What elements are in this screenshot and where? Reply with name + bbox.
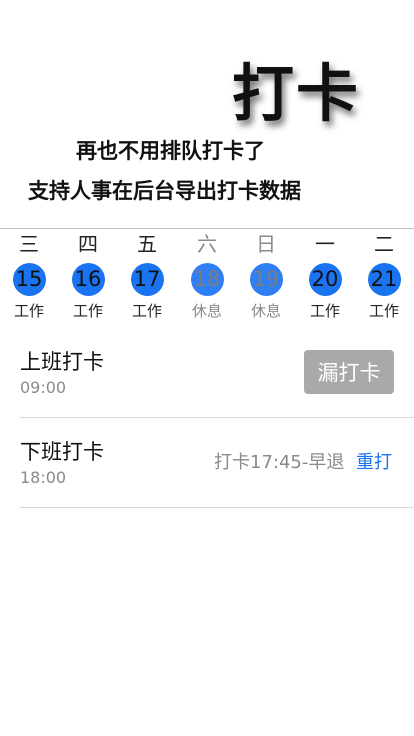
calendar-day[interactable]: 二 21 工作 [362, 230, 406, 321]
calendar-weekday: 四 [78, 232, 98, 256]
calendar-date: 21 [367, 263, 401, 296]
punch-record-text: 打卡17:45-早退 [214, 452, 345, 473]
tagline-primary: 再也不用排队打卡了 [76, 139, 265, 163]
calendar-day-status: 工作 [368, 302, 399, 320]
calendar-date: 17 [130, 263, 164, 296]
calendar-day-status: 休息 [250, 302, 281, 320]
missed-punch-button[interactable]: 漏打卡 [304, 350, 394, 394]
calendar-date: 19 [249, 263, 283, 296]
calendar-day[interactable]: 六 18 休息 [185, 230, 229, 321]
calendar-day[interactable]: 五 17 工作 [125, 230, 169, 321]
row-separator [20, 417, 414, 418]
calendar-weekday: 六 [197, 232, 217, 256]
calendar-weekday: 五 [137, 232, 157, 256]
calendar-day-status: 休息 [191, 302, 222, 320]
calendar-date: 18 [190, 263, 224, 296]
calendar-day[interactable]: 日 19 休息 [244, 230, 288, 321]
calendar-day[interactable]: 四 16 工作 [66, 230, 110, 321]
hero-title: 打卡 [232, 57, 361, 130]
tagline-secondary: 支持人事在后台导出打卡数据 [28, 179, 301, 203]
calendar-date: 15 [12, 263, 46, 296]
calendar-day-status: 工作 [309, 302, 340, 320]
calendar-day-status: 工作 [13, 302, 44, 320]
calendar-weekday: 一 [315, 232, 335, 256]
calendar-day[interactable]: 三 15 工作 [7, 230, 51, 321]
calendar-weekday: 三 [19, 232, 39, 256]
redo-punch-link[interactable]: 重打 [356, 451, 392, 475]
calendar-date: 20 [308, 263, 342, 296]
week-strip: 三 15 工作 四 16 工作 五 17 工作 六 18 休息 日 19 休息 一 20 工作 二 21 工作 [0, 230, 414, 330]
calendar-weekday: 二 [374, 232, 394, 256]
calendar-day[interactable]: 一 20 工作 [303, 230, 347, 321]
calendar-day-status: 工作 [72, 302, 103, 320]
calendar-date: 16 [71, 263, 105, 296]
calendar-divider [0, 228, 414, 229]
row-separator [20, 507, 414, 508]
calendar-day-status: 工作 [131, 302, 162, 320]
calendar-weekday: 日 [256, 232, 276, 256]
